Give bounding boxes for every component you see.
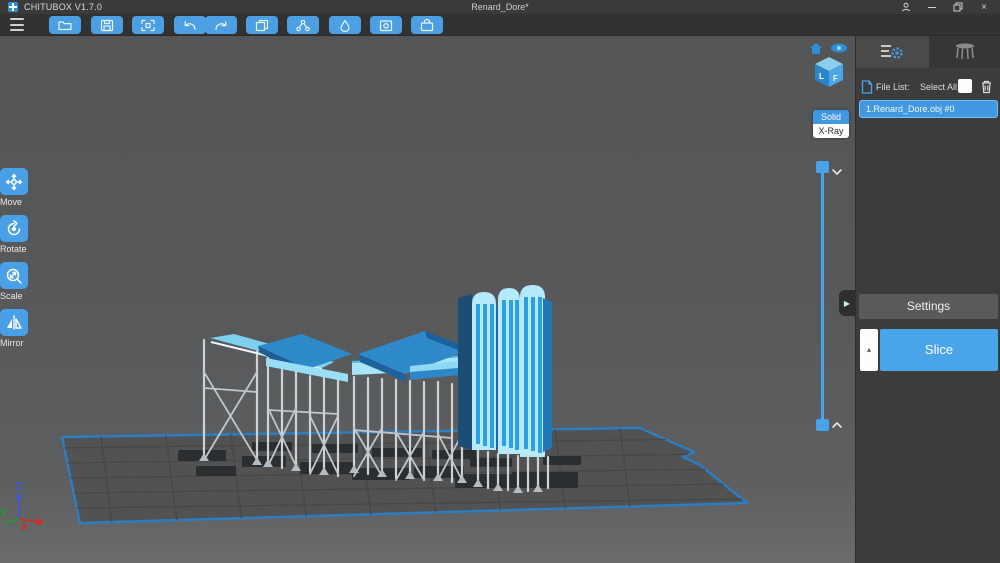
undo-icon [182,19,198,32]
file-list-header: File List: Select All [856,78,1000,98]
trash-icon[interactable] [980,79,993,94]
scale-tool-button[interactable] [0,262,28,289]
cube-front-face-label: F [833,74,838,83]
save-icon [99,19,115,32]
dig-hole-icon [378,19,394,32]
file-icon [861,80,873,94]
fit-view-button[interactable] [132,16,164,34]
z-slider-bottom-handle[interactable] [816,419,829,431]
select-all-checkbox[interactable] [958,79,972,93]
rotate-tool-label: Rotate [0,244,34,254]
file-list-item[interactable]: 1.Renard_Dore.obj #0 [859,100,998,118]
rotate-icon [4,219,24,239]
titlebar: CHITUBOX V1.7.0 Renard_Dore* × [0,0,1000,14]
tab-slice-settings[interactable] [856,36,929,68]
open-file-button[interactable] [49,16,81,34]
move-tool-button[interactable] [0,168,28,195]
hollow-button[interactable] [329,16,361,34]
file-list-label: File List: [876,82,910,92]
panel-collapse-handle[interactable]: ▶ [839,290,855,316]
minimize-icon[interactable] [926,1,938,13]
menu-hamburger-icon[interactable] [10,18,24,31]
home-icon[interactable] [810,43,822,54]
select-all-label: Select All [920,82,957,92]
model-tower-back [458,294,472,450]
xray-mode-button[interactable]: X-Ray [813,124,849,138]
dig-hole-button[interactable] [370,16,402,34]
scene-canvas: Z Y X [0,36,855,563]
settings-button[interactable]: Settings [859,294,998,319]
close-icon[interactable]: × [978,1,990,13]
eye-icon[interactable] [831,44,847,53]
3d-viewport[interactable]: Z Y X Move Rotate Scale [0,36,855,563]
slice-settings-icon [879,42,905,62]
redo-button[interactable] [205,16,237,34]
slice-stepper-button[interactable]: ▴ [860,329,878,371]
panel-tabs [856,36,1000,68]
axis-y-label: Y [0,508,7,519]
restore-icon[interactable] [952,1,964,13]
render-mode-toggle: Solid X-Ray [813,110,849,138]
account-icon[interactable] [900,1,912,13]
z-slider-track[interactable] [821,167,824,425]
view-cube[interactable]: L F [806,40,852,88]
chevron-up-icon[interactable] [831,416,843,424]
scale-tool-label: Scale [0,291,34,301]
chevron-down-icon[interactable] [831,163,843,171]
scale-icon [4,266,24,286]
z-slider-top-handle[interactable] [816,161,829,173]
undo-button[interactable] [174,16,206,34]
mirror-tool-label: Mirror [0,338,34,348]
clone-button[interactable] [246,16,278,34]
move-tool-label: Move [0,197,34,207]
window-controls: × [900,0,1000,14]
tab-support[interactable] [929,36,1000,68]
auto-layout-icon [295,19,311,32]
auto-layout-button[interactable] [287,16,319,34]
redo-icon [213,19,229,32]
fit-view-icon [140,19,156,32]
axis-z-label: Z [16,481,22,492]
support-edit-button[interactable] [411,16,443,34]
support-icon [952,42,978,62]
slice-button[interactable]: Slice [880,329,998,371]
move-icon [4,172,24,192]
rotate-tool-button[interactable] [0,215,28,242]
document-title: Renard_Dore* [0,2,1000,12]
model-towers [472,285,552,457]
open-file-icon [57,19,73,32]
save-button[interactable] [91,16,123,34]
mirror-tool-button[interactable] [0,309,28,336]
mirror-icon [4,313,24,333]
main-toolbar [0,14,1000,36]
cube-left-face-label: L [819,72,824,81]
right-panel: File List: Select All 1.Renard_Dore.obj … [855,36,1000,563]
support-edit-icon [419,19,435,32]
solid-mode-button[interactable]: Solid [813,110,849,124]
axis-x-label: X [21,522,28,533]
hollow-icon [337,19,353,32]
view-cube-faces[interactable]: L F [815,57,843,87]
clone-icon [254,19,270,32]
axis-indicator: Z Y X [0,481,44,533]
